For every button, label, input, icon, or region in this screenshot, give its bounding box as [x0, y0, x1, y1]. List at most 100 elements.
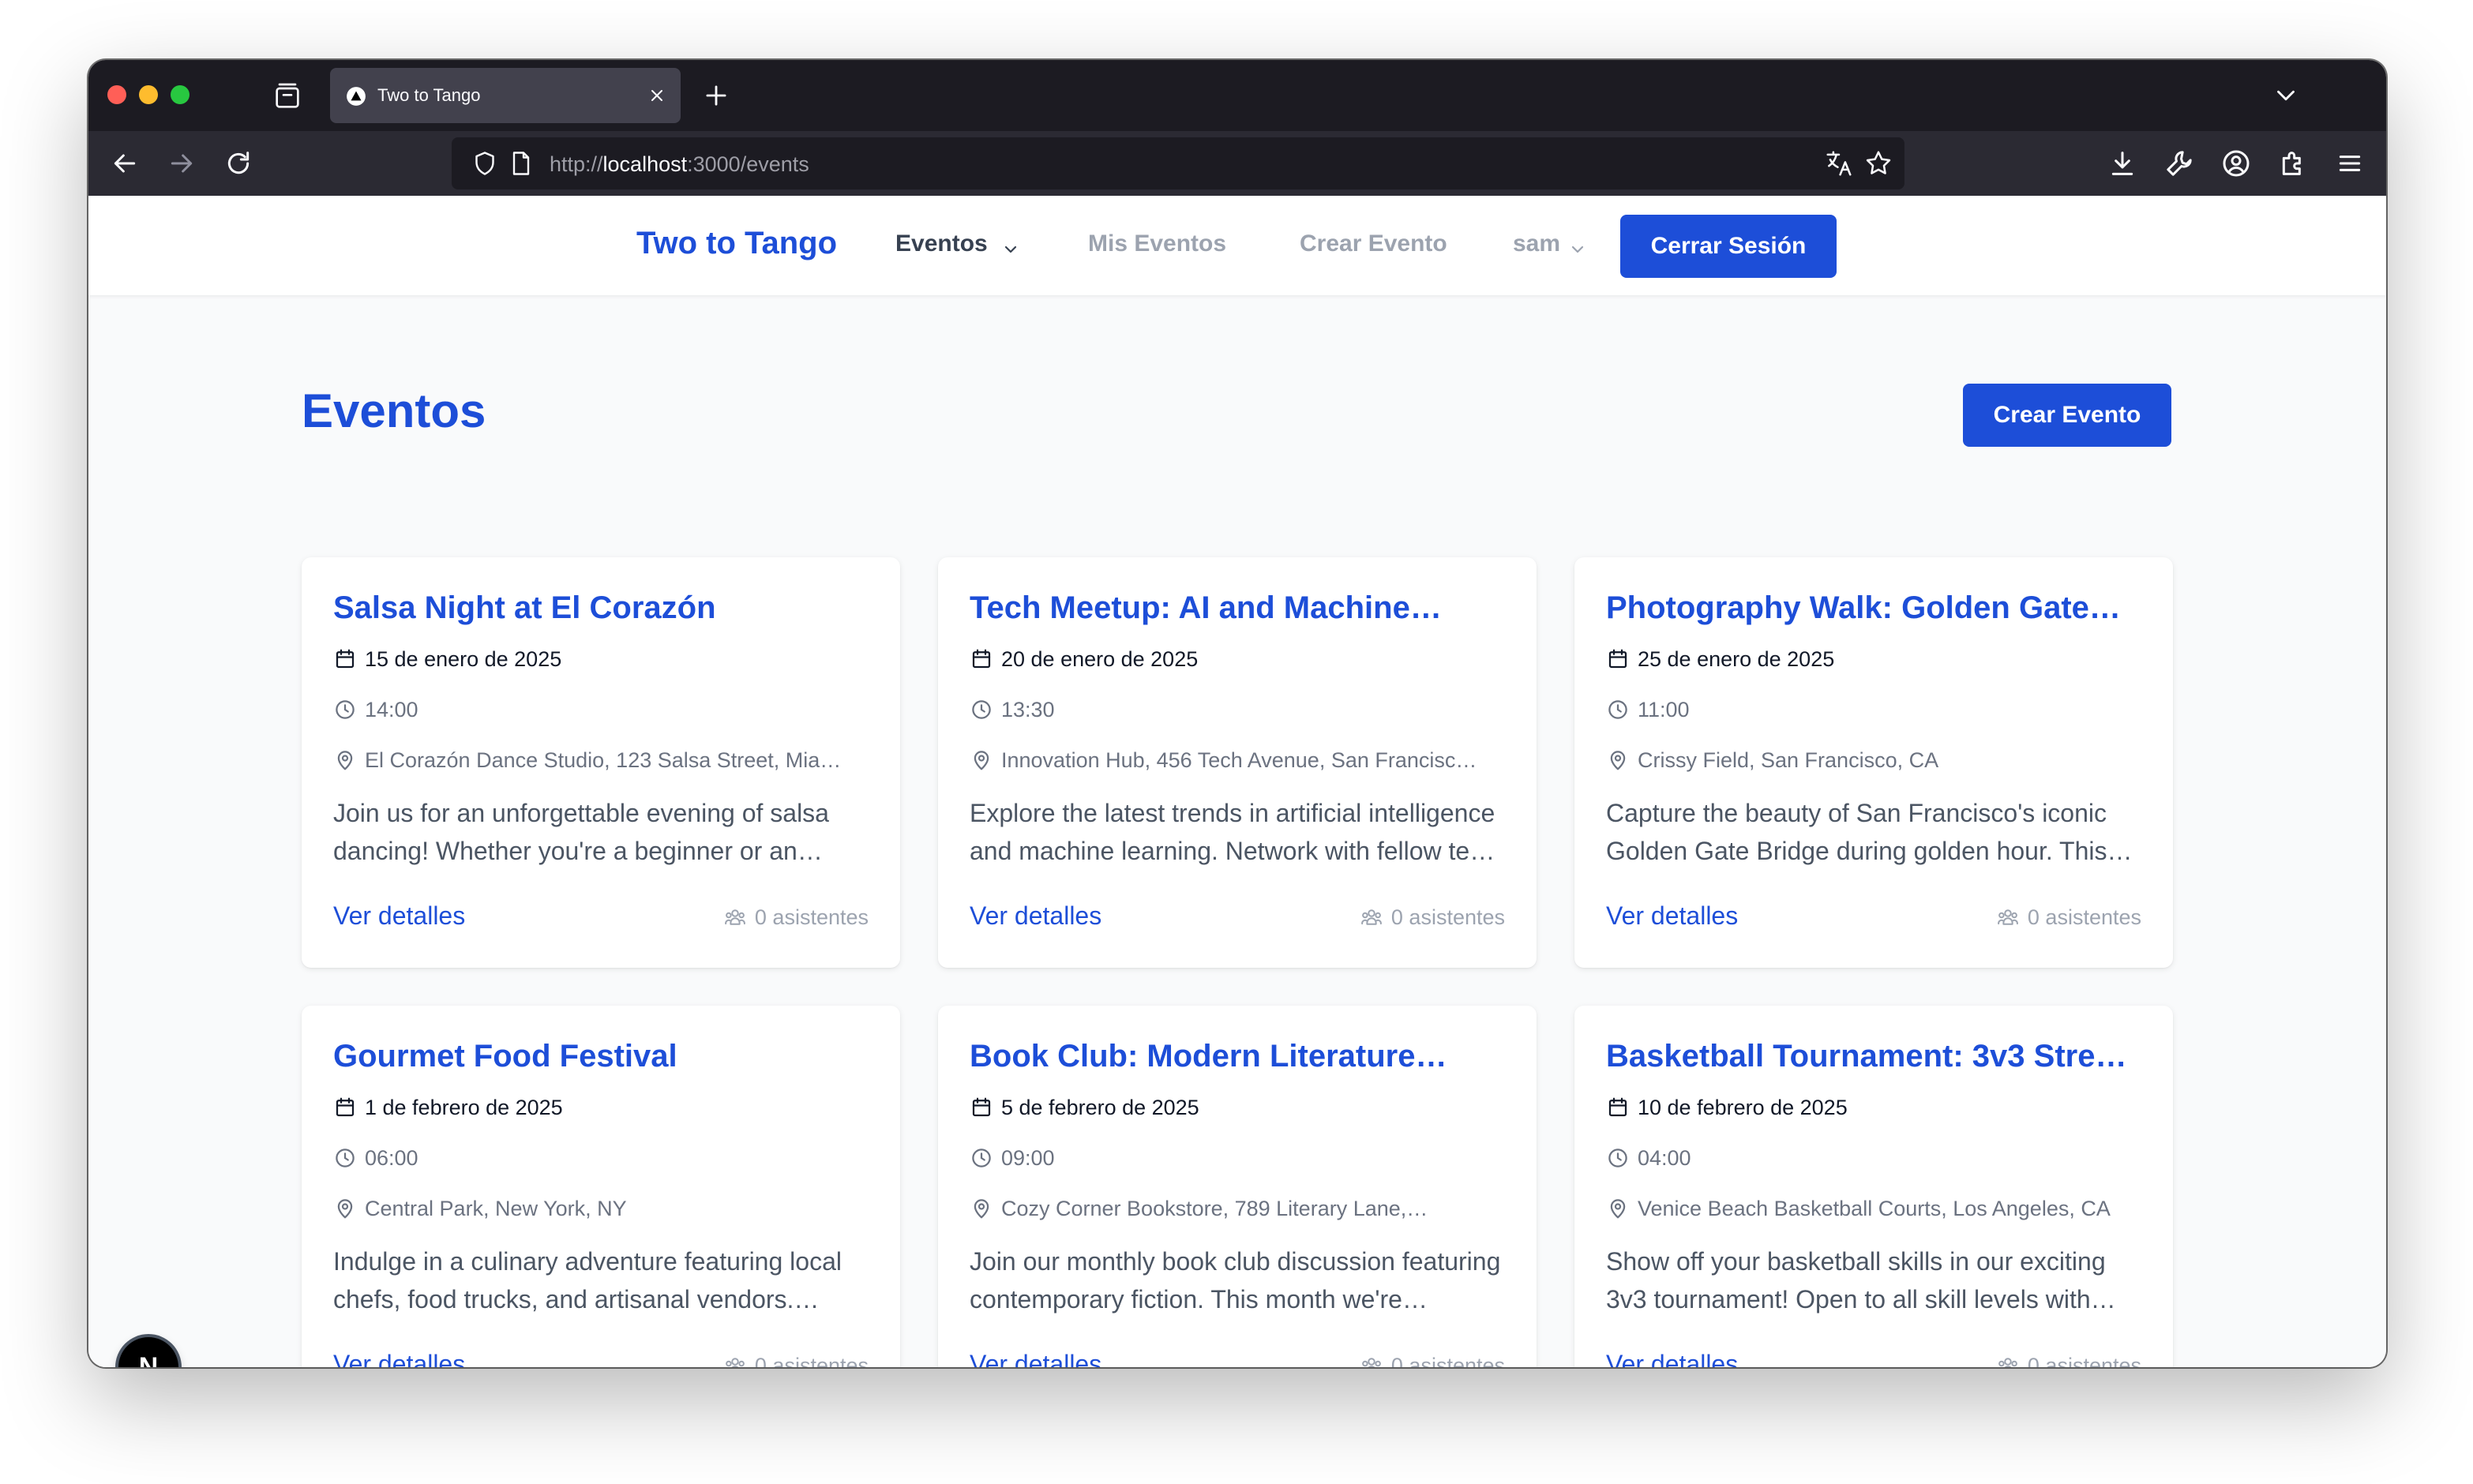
clock-icon [336, 700, 355, 719]
browser-window: Two to Tango http://localhost:3000/event… [88, 60, 2386, 1367]
event-date: 10 de febrero de 2025 [1638, 1096, 1848, 1119]
account-icon[interactable] [2220, 148, 2252, 179]
minimize-window-button[interactable] [139, 85, 158, 104]
event-card: Gourmet Food Festival 1 de febrero de 20… [302, 1006, 900, 1367]
event-description: Indulge in a culinary adventure featurin… [333, 1247, 842, 1313]
map-pin-icon [337, 751, 353, 770]
event-title[interactable]: Tech Meetup: AI and Machine… [970, 590, 1514, 626]
back-arrow-icon[interactable] [109, 148, 141, 179]
event-time: 13:30 [1001, 698, 1055, 721]
map-pin-icon [1610, 1199, 1626, 1219]
view-details-link[interactable]: Ver detalles [1606, 901, 1738, 931]
url-text[interactable]: http://localhost:3000/events [550, 152, 809, 177]
view-details-link[interactable]: Ver detalles [333, 1350, 465, 1367]
event-location-row: El Corazón Dance Studio, 123 Salsa Stree… [333, 747, 878, 774]
chevron-down-icon[interactable] [1568, 240, 1587, 259]
zoom-window-button[interactable] [171, 85, 190, 104]
view-details-link[interactable]: Ver detalles [970, 1350, 1101, 1367]
map-pin-icon [974, 751, 989, 770]
event-time: 06:00 [365, 1146, 418, 1170]
attendees-count: 0 asistentes [723, 905, 869, 930]
page-info-icon[interactable] [507, 149, 535, 178]
event-description: Explore the latest trends in artificial … [970, 799, 1495, 865]
calendar-icon [336, 1097, 355, 1117]
event-title[interactable]: Gourmet Food Festival [333, 1039, 878, 1074]
event-time: 14:00 [365, 698, 418, 721]
calendar-icon [336, 649, 355, 669]
extensions-puzzle-icon[interactable] [2277, 148, 2309, 179]
nav-crear-evento[interactable]: Crear Evento [1300, 230, 1447, 257]
tab-tray-icon[interactable] [272, 81, 303, 112]
url-scheme: http:// [550, 152, 603, 176]
user-menu-dropdown[interactable]: sam [1513, 230, 1560, 257]
event-description: Capture the beauty of San Francisco's ic… [1606, 799, 2133, 865]
users-icon [1361, 909, 1382, 925]
calendar-icon [972, 649, 991, 669]
event-time: 11:00 [1638, 698, 1690, 721]
event-time-row: 11:00 [1606, 696, 2151, 723]
event-location: El Corazón Dance Studio, 123 Salsa Stree… [365, 748, 842, 772]
event-location: Cozy Corner Bookstore, 789 Literary Lane… [1001, 1197, 1428, 1220]
event-time-row: 06:00 [333, 1145, 878, 1171]
users-icon [1362, 1358, 1381, 1367]
view-details-link[interactable]: Ver detalles [970, 901, 1101, 931]
event-date-row: 10 de febrero de 2025 [1606, 1094, 2151, 1121]
attendees-count: 0 asistentes [1996, 1353, 2141, 1367]
bookmark-star-icon[interactable] [1863, 148, 1893, 178]
event-date-row: 20 de enero de 2025 [970, 646, 1514, 673]
new-tab-icon[interactable] [701, 81, 731, 111]
event-card: Book Club: Modern Literature… 5 de febre… [938, 1006, 1537, 1367]
wrench-icon[interactable] [2163, 148, 2195, 179]
address-bar[interactable]: http://localhost:3000/events [452, 137, 1904, 189]
translate-icon[interactable] [1824, 148, 1854, 178]
view-details-link[interactable]: Ver detalles [1606, 1350, 1738, 1367]
reload-icon[interactable] [223, 148, 254, 179]
users-icon [1998, 909, 2018, 925]
event-date: 5 de febrero de 2025 [1001, 1096, 1199, 1119]
create-event-button[interactable]: Crear Evento [1963, 384, 2171, 447]
calendar-icon [1608, 649, 1627, 669]
clock-icon [1608, 700, 1627, 719]
event-time-row: 09:00 [970, 1145, 1514, 1171]
event-description: Join us for an unforgettable evening of … [333, 799, 829, 865]
hamburger-menu-icon[interactable] [2334, 148, 2366, 179]
url-host: localhost [602, 152, 688, 176]
event-card: Photography Walk: Golden Gate… 25 de ene… [1574, 557, 2173, 968]
tracking-protection-shield-icon[interactable] [471, 149, 499, 178]
event-title[interactable]: Salsa Night at El Corazón [333, 590, 878, 626]
event-date: 15 de enero de 2025 [365, 647, 562, 671]
view-details-link[interactable]: Ver detalles [333, 901, 465, 931]
users-icon [725, 909, 745, 925]
event-date-row: 1 de febrero de 2025 [333, 1094, 878, 1121]
event-card: Tech Meetup: AI and Machine… 20 de enero… [938, 557, 1537, 968]
attendees-count: 0 asistentes [723, 1353, 869, 1367]
event-location-row: Innovation Hub, 456 Tech Avenue, San Fra… [970, 747, 1514, 774]
event-title[interactable]: Book Club: Modern Literature… [970, 1039, 1514, 1074]
brand-logo[interactable]: Two to Tango [636, 226, 837, 261]
logout-button[interactable]: Cerrar Sesión [1620, 215, 1837, 278]
downloads-icon[interactable] [2107, 148, 2138, 179]
event-location-row: Venice Beach Basketball Courts, Los Ange… [1606, 1195, 2151, 1222]
attendees-count: 0 asistentes [1360, 1353, 1505, 1367]
event-time: 04:00 [1638, 1146, 1691, 1170]
event-time: 09:00 [1001, 1146, 1055, 1170]
nextjs-dev-tools-button[interactable]: N [118, 1337, 178, 1367]
browser-nav-bar: http://localhost:3000/events [88, 131, 2386, 196]
close-window-button[interactable] [107, 85, 126, 104]
browser-tab-active[interactable]: Two to Tango [330, 68, 681, 123]
forward-arrow-icon[interactable] [166, 148, 197, 179]
nav-mis-eventos[interactable]: Mis Eventos [1088, 230, 1226, 257]
close-tab-icon[interactable] [647, 86, 666, 105]
users-icon [1998, 1358, 2017, 1367]
nextjs-logo-icon: N [138, 1352, 159, 1367]
attendees-count: 0 asistentes [1996, 905, 2141, 930]
event-time-row: 14:00 [333, 696, 878, 723]
event-date-row: 25 de enero de 2025 [1606, 646, 2151, 673]
chevron-down-icon[interactable] [1001, 240, 1020, 259]
event-title[interactable]: Photography Walk: Golden Gate… [1606, 590, 2151, 626]
clock-icon [972, 700, 991, 719]
nav-eventos-dropdown[interactable]: Eventos [895, 230, 988, 257]
list-all-tabs-chevron-icon[interactable] [2271, 81, 2301, 111]
event-title[interactable]: Basketball Tournament: 3v3 Stre… [1606, 1039, 2151, 1074]
event-description: Show off your basketball skills in our e… [1606, 1247, 2116, 1313]
